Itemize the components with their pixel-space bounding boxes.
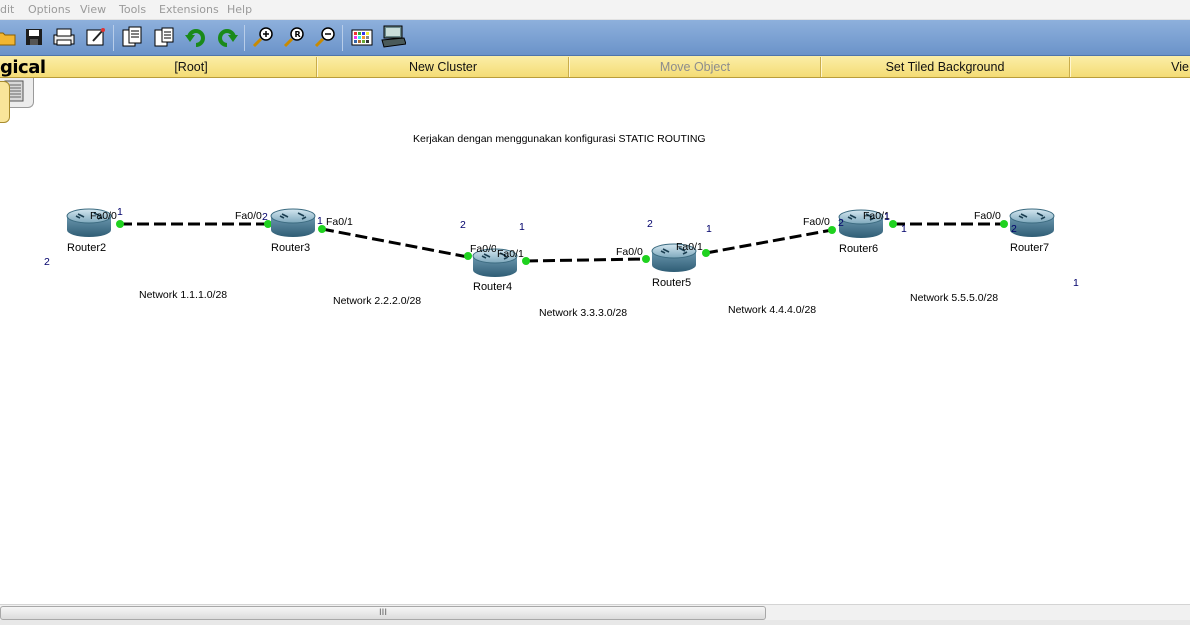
- canvas-note[interactable]: Kerjakan dengan menggunakan konfigurasi …: [413, 133, 706, 145]
- port-label: Fa0/0: [90, 210, 117, 222]
- port-light: [642, 255, 650, 263]
- port-label: Fa0/0: [616, 246, 643, 258]
- router-label[interactable]: Router4: [473, 281, 512, 293]
- interface-number: 2: [262, 211, 268, 223]
- port-label: Fa0/0: [974, 210, 1001, 222]
- port-label: Fa0/0: [470, 243, 496, 255]
- interface-number: 2: [647, 218, 653, 230]
- port-light: [116, 220, 124, 228]
- interface-number: 2: [1011, 223, 1017, 235]
- interface-number: 1: [1073, 277, 1079, 289]
- port-label: Fa0/0: [803, 216, 830, 228]
- topology-canvas: [116, 220, 1008, 265]
- port-label: Fa0/0: [235, 210, 262, 222]
- port-label: Fa0/1: [676, 241, 703, 253]
- port-label: Fa0/1: [497, 248, 524, 260]
- interface-number: 2: [460, 219, 466, 231]
- interface-number: 1: [706, 223, 712, 235]
- router-icon[interactable]: [270, 208, 316, 240]
- network-label[interactable]: Network 1.1.1.0/28: [139, 289, 227, 301]
- link-r3-r4[interactable]: [321, 227, 469, 259]
- port-label: Fa0/1: [326, 216, 353, 228]
- interface-number: 1: [884, 211, 890, 223]
- link-r5-r6[interactable]: [705, 228, 833, 255]
- scrollbar-thumb[interactable]: III: [0, 606, 766, 620]
- router-label[interactable]: Router3: [271, 242, 310, 254]
- port-light: [1000, 220, 1008, 228]
- interface-number: 1: [117, 206, 123, 218]
- router-label[interactable]: Router7: [1010, 242, 1049, 254]
- interface-number: 1: [519, 221, 525, 233]
- port-light: [889, 220, 897, 228]
- bottom-edge: [0, 620, 1190, 625]
- horizontal-scrollbar[interactable]: III: [0, 604, 1190, 620]
- interface-number: 2: [44, 256, 50, 268]
- network-label[interactable]: Network 3.3.3.0/28: [539, 307, 627, 319]
- interface-number: 1: [317, 215, 323, 227]
- network-label[interactable]: Network 5.5.5.0/28: [910, 292, 998, 304]
- interface-number: 2: [838, 217, 844, 229]
- router-label[interactable]: Router5: [652, 277, 691, 289]
- port-light: [702, 249, 710, 257]
- router-label[interactable]: Router6: [839, 243, 878, 255]
- router-label[interactable]: Router2: [67, 242, 106, 254]
- link-r4-r5[interactable]: [525, 257, 647, 263]
- network-label[interactable]: Network 4.4.4.0/28: [728, 304, 816, 316]
- scrollbar-grip: III: [379, 608, 387, 618]
- network-label[interactable]: Network 2.2.2.0/28: [333, 295, 421, 307]
- interface-number: 1: [901, 223, 907, 235]
